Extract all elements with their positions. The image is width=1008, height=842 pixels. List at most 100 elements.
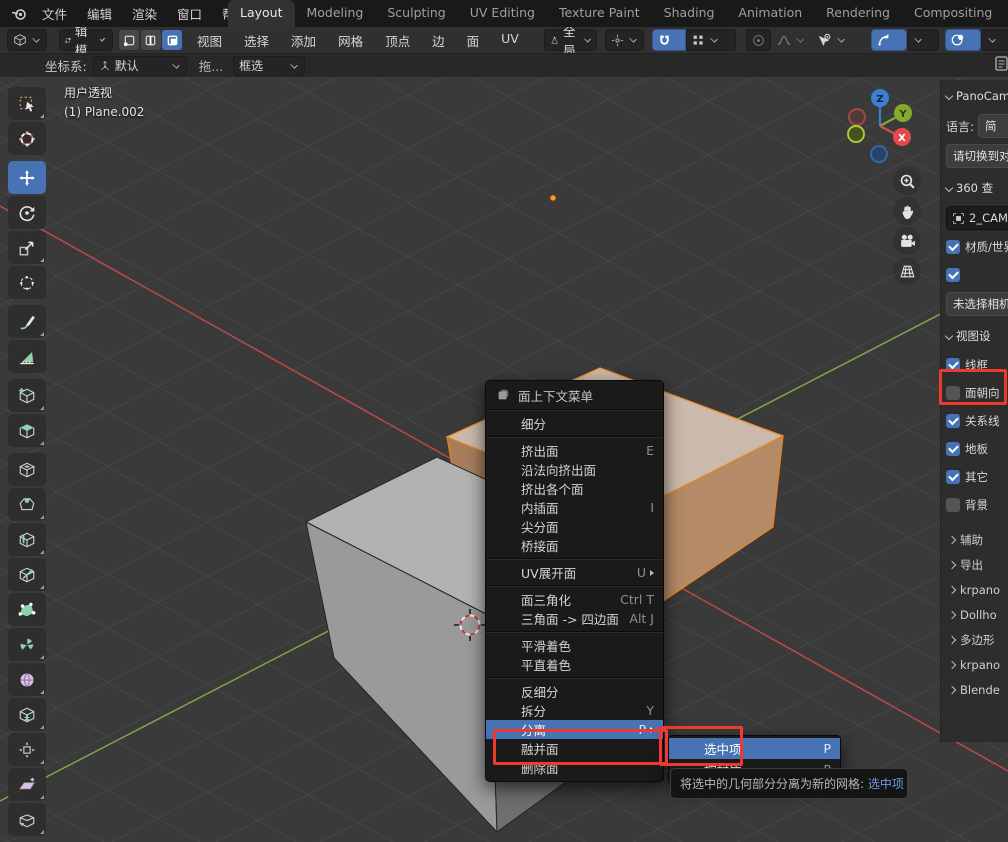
tab-texture-paint[interactable]: Texture Paint: [547, 0, 652, 27]
tool-spin-button[interactable]: [8, 628, 46, 661]
gizmo-axis-x-neg[interactable]: [849, 109, 865, 125]
sidebar-section-Dollho[interactable]: Dollho: [946, 605, 1008, 625]
menu-item-[interactable]: 内插面I: [486, 498, 663, 517]
sidebar-panel-header-PanoCamA[interactable]: PanoCamA: [946, 86, 1008, 106]
proportional-falloff-dropdown[interactable]: [771, 29, 811, 51]
tool-cursor-button[interactable]: [8, 122, 46, 155]
header-menu-4[interactable]: 顶点: [374, 31, 421, 50]
pivot-point-dropdown[interactable]: [605, 29, 644, 51]
checkbox-材质/世界[interactable]: [946, 240, 960, 254]
tab-modeling[interactable]: Modeling: [295, 0, 376, 27]
tool-shrink-fatten-button[interactable]: [8, 733, 46, 766]
menu-item-UV[interactable]: UV展开面U: [486, 563, 663, 582]
menu-item-[interactable]: 桥接面: [486, 536, 663, 555]
menu-item-[interactable]: 平直着色: [486, 655, 663, 674]
tab-rendering[interactable]: Rendering: [814, 0, 902, 27]
tab-compositing[interactable]: Compositing: [902, 0, 1004, 27]
checkbox-其它[interactable]: [946, 470, 960, 484]
header-menu-7[interactable]: UV: [490, 31, 530, 50]
tool-extrude-region-button[interactable]: [8, 414, 46, 447]
checkbox-unnamed[interactable]: [946, 268, 960, 282]
toggle-perspective-button[interactable]: [893, 257, 921, 285]
sidebar-section-[interactable]: 多边形: [946, 630, 1008, 650]
tool-shear-button[interactable]: [8, 768, 46, 801]
language-value-button[interactable]: 简: [978, 114, 1008, 138]
tool-knife-button[interactable]: [8, 558, 46, 591]
header-menu-5[interactable]: 边: [421, 31, 456, 50]
checkbox-线框[interactable]: [946, 358, 960, 372]
clipboard-icon[interactable]: [994, 55, 1008, 71]
gizmo-axis-z-neg[interactable]: [871, 146, 887, 162]
tab-animation[interactable]: Animation: [726, 0, 814, 27]
show-overlays-dropdown[interactable]: [981, 29, 1008, 51]
topbar-menu-1[interactable]: 编辑: [77, 4, 122, 23]
sidebar-section-krpano[interactable]: krpano: [946, 580, 1008, 600]
tool-transform-button[interactable]: [8, 266, 46, 299]
checkbox-面朝向[interactable]: [946, 386, 960, 400]
camera-view-button[interactable]: [893, 227, 921, 255]
sidebar-panel-header-[interactable]: 视图设: [946, 326, 1008, 346]
tool-annotate-button[interactable]: [8, 305, 46, 338]
menu-item-[interactable]: 分离P: [486, 720, 663, 739]
select-mode-edge-button[interactable]: [141, 30, 161, 50]
pan-button[interactable]: [893, 197, 921, 225]
blender-logo-icon[interactable]: [6, 5, 32, 23]
sidebar-button-7[interactable]: 未选择相机: [946, 292, 1008, 316]
menu-item-[interactable]: 拆分Y: [486, 701, 663, 720]
menu-item-[interactable]: 融并面: [486, 739, 663, 758]
tool-edge-slide-button[interactable]: [8, 698, 46, 731]
select-tool-dropdown[interactable]: 框选: [233, 56, 305, 76]
header-menu-6[interactable]: 面: [456, 31, 491, 50]
tool-inset-faces-button[interactable]: [8, 453, 46, 486]
transform-orientation-dropdown[interactable]: 全局: [544, 29, 598, 51]
show-gizmos-toggle[interactable]: [871, 29, 907, 51]
camera-object-field[interactable]: 2_CAM: [946, 206, 1008, 230]
checkbox-背景[interactable]: [946, 498, 960, 512]
menu-item-[interactable]: 平滑着色: [486, 636, 663, 655]
zoom-button[interactable]: [893, 167, 921, 195]
sidebar-section-[interactable]: 辅助: [946, 530, 1008, 550]
menu-item-[interactable]: 面三角化Ctrl T: [486, 590, 663, 609]
tool-add-cube-button[interactable]: [8, 379, 46, 412]
coord-system-dropdown[interactable]: 默认: [93, 56, 187, 76]
tool-move-button[interactable]: [8, 161, 46, 194]
menu-item-[interactable]: 沿法向挤出面: [486, 460, 663, 479]
tab-geometry-nodes[interactable]: Geometry Nodes: [1004, 0, 1008, 27]
tool-poly-build-button[interactable]: [8, 593, 46, 626]
snap-with-dropdown[interactable]: [686, 29, 736, 51]
proportional-editing-button[interactable]: [746, 29, 771, 51]
show-overlays-toggle[interactable]: [945, 29, 981, 51]
tool-smooth-button[interactable]: [8, 663, 46, 696]
tool-scale-button[interactable]: [8, 231, 46, 264]
tool-measure-button[interactable]: [8, 340, 46, 373]
header-menu-0[interactable]: 视图: [186, 31, 233, 50]
show-gizmo-dropdown[interactable]: [811, 29, 865, 51]
tab-shading[interactable]: Shading: [652, 0, 727, 27]
checkbox-地板[interactable]: [946, 442, 960, 456]
menu-item-[interactable]: 反细分: [486, 682, 663, 701]
topbar-menu-0[interactable]: 文件: [32, 4, 77, 23]
submenu-item-0[interactable]: 选中项P: [669, 738, 840, 759]
menu-item-[interactable]: 三角面 -> 四边面Alt J: [486, 609, 663, 628]
menu-item-[interactable]: 挤出面E: [486, 441, 663, 460]
menu-item-[interactable]: 挤出各个面: [486, 479, 663, 498]
menu-item-[interactable]: 尖分面: [486, 517, 663, 536]
topbar-menu-3[interactable]: 窗口: [167, 4, 212, 23]
editor-type-selector[interactable]: [7, 29, 47, 51]
tab-layout[interactable]: Layout: [228, 0, 295, 27]
sidebar-section-[interactable]: 导出: [946, 555, 1008, 575]
snap-toggle-button[interactable]: [652, 29, 686, 51]
topbar-menu-2[interactable]: 渲染: [122, 4, 167, 23]
tool-rotate-button[interactable]: [8, 196, 46, 229]
sidebar-section-krpano[interactable]: krpano: [946, 655, 1008, 675]
tool-rip-region-button[interactable]: [8, 803, 46, 836]
tool-loop-cut-button[interactable]: [8, 523, 46, 556]
mode-dropdown[interactable]: 编辑模式: [59, 29, 113, 51]
sidebar-section-Blende[interactable]: Blende: [946, 680, 1008, 700]
header-menu-2[interactable]: 添加: [280, 31, 327, 50]
tool-bevel-button[interactable]: [8, 488, 46, 521]
select-mode-vertex-button[interactable]: [119, 30, 139, 50]
tab-uv-editing[interactable]: UV Editing: [458, 0, 547, 27]
select-mode-face-button[interactable]: [162, 30, 182, 50]
checkbox-关系线[interactable]: [946, 414, 960, 428]
